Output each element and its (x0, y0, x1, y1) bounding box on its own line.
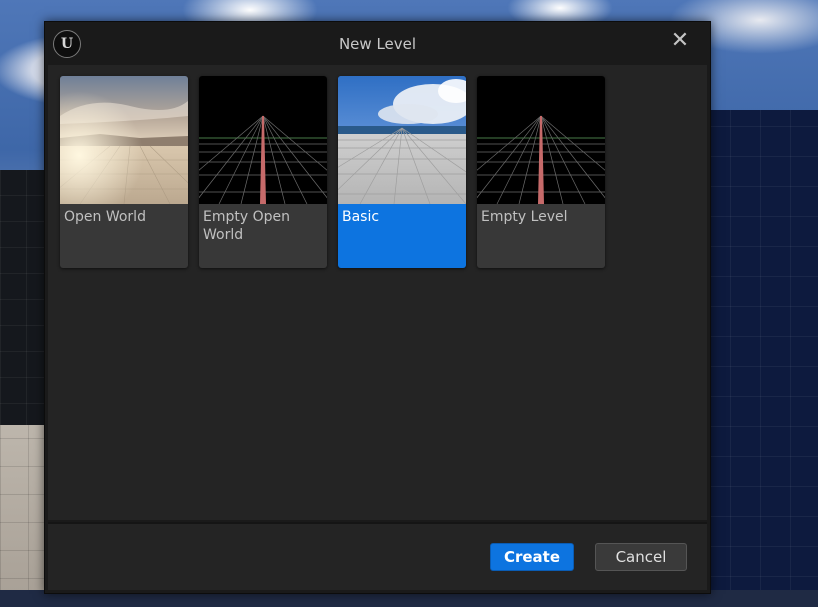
template-label: Basic (342, 209, 380, 225)
viewport-wall-right (700, 110, 818, 607)
basic-thumbnail (338, 76, 466, 204)
template-tile-basic[interactable]: Basic (338, 76, 466, 268)
template-label: Empty Open World (203, 209, 290, 243)
cancel-button[interactable]: Cancel (595, 543, 687, 571)
template-label: Open World (64, 209, 146, 225)
dialog-titlebar[interactable]: U New Level ✕ (45, 22, 710, 64)
template-tile-empty-open-world[interactable]: Empty Open World (199, 76, 327, 268)
template-label: Empty Level (481, 209, 568, 225)
open-world-thumbnail (60, 76, 188, 204)
grid-thumbnail (477, 76, 605, 204)
template-tile-empty-level[interactable]: Empty Level (477, 76, 605, 268)
dialog-footer: Create Cancel (48, 522, 707, 590)
grid-thumbnail (199, 76, 327, 204)
template-grid: Open World Empty Open World Basic Empty … (48, 65, 707, 520)
template-tile-open-world[interactable]: Open World (60, 76, 188, 268)
dialog-title: New Level (338, 35, 417, 53)
close-icon[interactable]: ✕ (667, 28, 693, 54)
create-button[interactable]: Create (490, 543, 574, 571)
new-level-dialog: U New Level ✕ Open World Empty Open Worl… (44, 21, 711, 594)
